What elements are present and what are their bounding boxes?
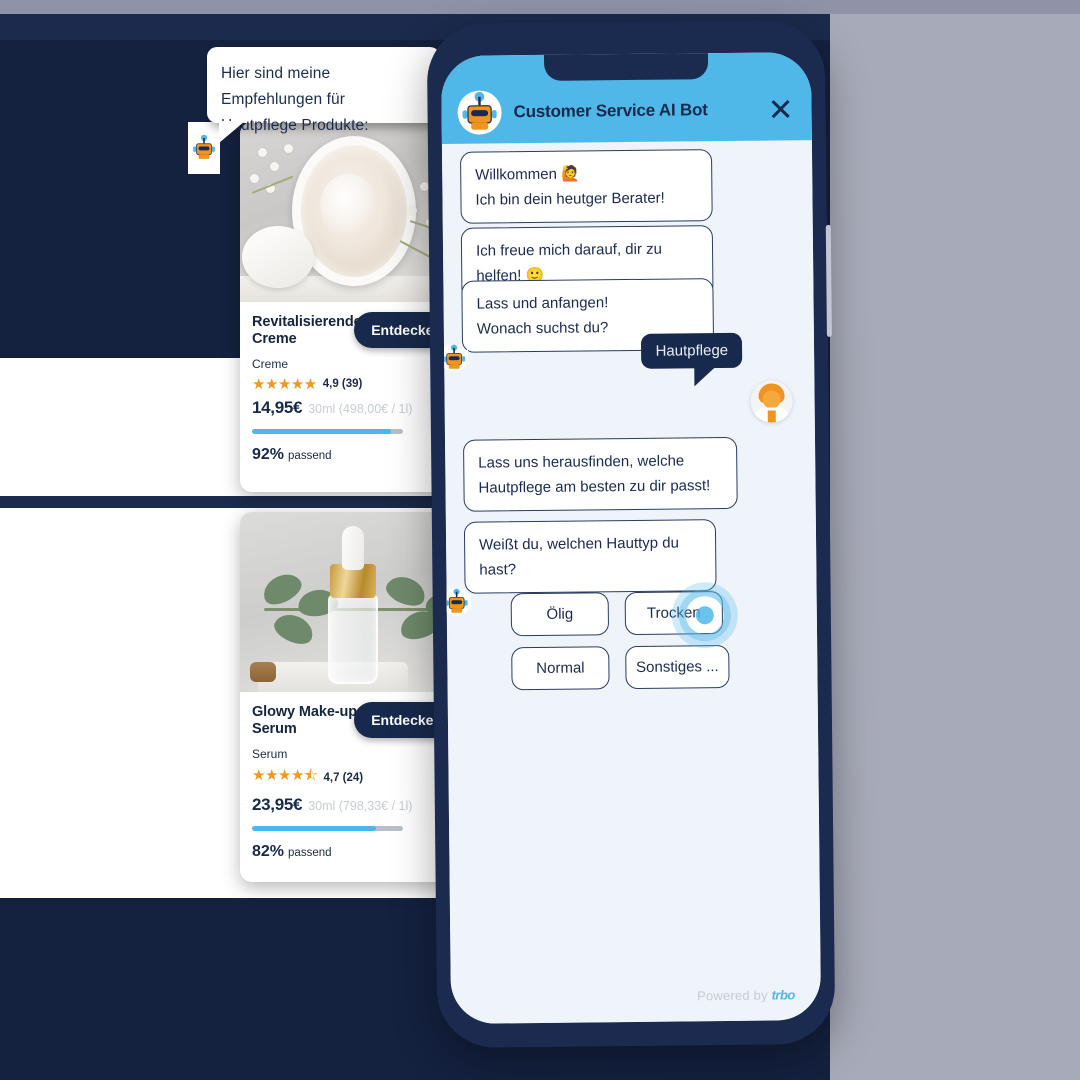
chat-bubble-bot: Lass uns herausfinden, welche Hautpflege… xyxy=(463,436,738,512)
user-face-icon xyxy=(750,380,792,423)
product-unit-price: 30ml (498,00€ / 1l) xyxy=(308,402,413,416)
robot-avatar-icon xyxy=(457,90,502,135)
star-rating-icon: ★★★★⯪ xyxy=(252,767,318,784)
chat-bubble-bot: Weißt du, welchen Hauttyp du hast? xyxy=(463,519,717,594)
chat-body: Willkommen 🙋 Ich bin dein heutger Berate… xyxy=(440,140,822,1024)
phone-screen: Customer Service AI Bot ✕ Willkommen 🙋 I… xyxy=(440,52,822,1024)
match-label: passend xyxy=(288,847,332,859)
phone-notch xyxy=(543,52,709,81)
match-progress-fill xyxy=(252,429,391,434)
user-avatar xyxy=(750,380,793,423)
chat-bubble-line: Weißt du, welchen Hauttyp du xyxy=(479,534,680,554)
product-rating-row: ★★★★★ 4,9 (39) xyxy=(252,375,455,393)
powered-by-text: Powered by xyxy=(697,987,772,1004)
chat-bubble-line: hast? xyxy=(479,561,517,579)
promo-bubble-text: Hier sind meine Empfehlungen für Hautpfl… xyxy=(221,65,369,134)
robot-icon xyxy=(445,588,468,614)
chat-bubble-line: Willkommen 🙋 xyxy=(475,165,580,184)
match-label: passend xyxy=(288,450,332,462)
product-unit-price: 30ml (798,33€ / 1l) xyxy=(308,799,413,813)
product-category: Serum xyxy=(252,747,288,761)
match-progress-fill xyxy=(252,826,376,831)
backdrop-bot-avatar xyxy=(188,122,220,174)
match-row: 82% passend xyxy=(252,843,455,861)
rating-value: 4,9 (39) xyxy=(322,378,363,390)
match-progress-bar xyxy=(252,826,403,831)
chat-bubble-line: Lass und anfangen! xyxy=(476,294,609,313)
rating-value: 4,7 (24) xyxy=(323,771,364,784)
screenshot-stage: Hier sind meine Empfehlungen für Hautpfl… xyxy=(0,0,1080,1080)
chat-bubble-line: Hautpflege am besten zu dir passt! xyxy=(478,477,711,497)
chat-bubble-line: Hautpflege xyxy=(655,341,729,360)
close-icon[interactable]: ✕ xyxy=(767,92,793,127)
match-percent: 82% xyxy=(252,843,285,860)
trbo-logo: trbo xyxy=(771,987,795,1003)
option-button-oelig[interactable]: Ölig xyxy=(510,592,610,637)
match-progress-bar xyxy=(252,429,403,434)
product-rating-row: ★★★★⯪ 4,7 (24) xyxy=(252,765,455,790)
promo-speech-bubble: Hier sind meine Empfehlungen für Hautpfl… xyxy=(207,47,440,143)
chat-bubble-bot: Willkommen 🙋 Ich bin dein heutger Berate… xyxy=(459,149,713,224)
chat-bubble-user: Hautpflege xyxy=(641,332,743,369)
match-row: 92% passend xyxy=(252,446,455,464)
product-price: 23,95€ xyxy=(252,795,303,814)
chat-title: Customer Service AI Bot xyxy=(513,100,708,122)
robot-icon xyxy=(462,91,497,131)
power-button[interactable] xyxy=(825,224,832,337)
powered-by-footer: Powered by trbo xyxy=(697,987,795,1003)
product-price-row: 23,95€ 30ml (798,33€ / 1l) xyxy=(252,795,455,815)
product-name: Revitalisierende Creme xyxy=(252,314,362,347)
chat-bubble-line: Ich bin dein heutger Berater! xyxy=(475,189,665,209)
star-rating-icon: ★★★★★ xyxy=(252,376,317,393)
match-percent: 92% xyxy=(252,446,285,463)
chat-bubble-line: Lass uns herausfinden, welche xyxy=(478,452,685,472)
product-name: Glowy Make-up Serum xyxy=(252,704,358,737)
phone-device: Customer Service AI Bot ✕ Willkommen 🙋 I… xyxy=(426,19,836,1049)
product-category: Creme xyxy=(252,357,289,371)
bot-avatar-small xyxy=(440,343,469,372)
page-top-strip xyxy=(0,0,1080,14)
bot-avatar-small xyxy=(442,587,471,616)
option-button-normal[interactable]: Normal xyxy=(511,646,610,691)
robot-icon xyxy=(443,344,466,370)
product-price-row: 14,95€ 30ml (498,00€ / 1l) xyxy=(252,398,455,418)
robot-icon xyxy=(193,134,215,159)
product-price: 14,95€ xyxy=(252,398,303,417)
option-button-sonstiges[interactable]: Sonstiges ... xyxy=(625,644,730,690)
option-button-trocken[interactable]: Trocken xyxy=(624,591,724,636)
